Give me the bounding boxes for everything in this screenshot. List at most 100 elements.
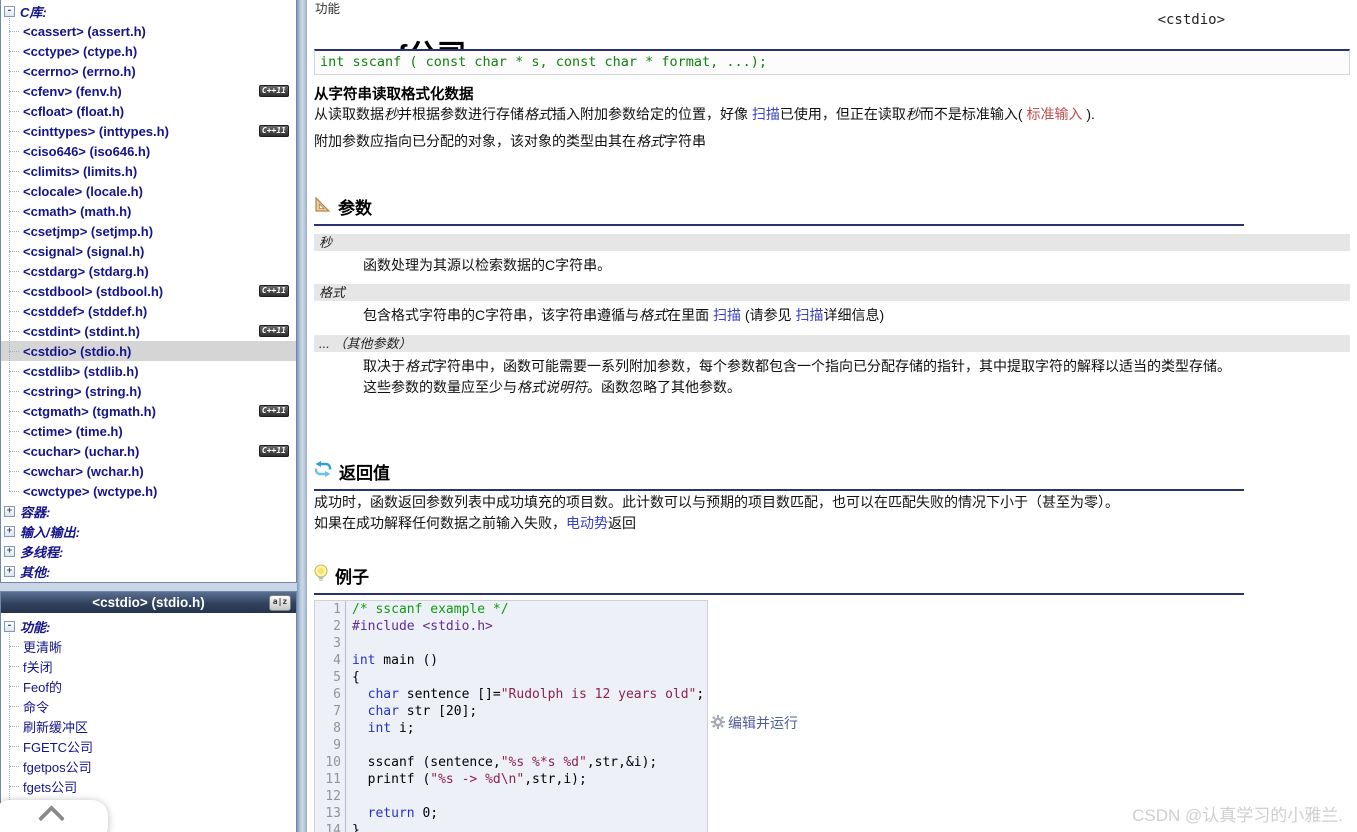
sidebar-header-item[interactable]: <cwchar> (wchar.h): [1, 461, 296, 481]
line-number: 1: [315, 601, 346, 618]
code-line: 8 int i;: [315, 720, 707, 737]
tree-group-collapsed[interactable]: + 输入/输出:: [1, 521, 296, 541]
collapse-box-icon[interactable]: -: [4, 5, 15, 17]
function-item[interactable]: fgets公司: [1, 776, 296, 796]
cstdio-panel: <cstdio> (stdio.h) a|z - 功能: 更清晰 f关闭 Feof的 命令…: [0, 591, 297, 832]
sidebar-header-item[interactable]: <cinttypes> (inttypes.h) C++11: [1, 121, 296, 141]
function-item[interactable]: Feof的: [1, 676, 296, 696]
text-segment: 而不是标准输入(: [919, 106, 1027, 122]
function-item[interactable]: fgetpos公司: [1, 756, 296, 776]
sidebar-header-item[interactable]: <cstring> (string.h): [1, 381, 296, 401]
tree-connector: [9, 430, 19, 432]
tree-group-collapsed[interactable]: + 其他:: [1, 561, 296, 581]
set-square-icon: [314, 196, 331, 218]
sidebar-header-item[interactable]: <cstdint> (stdint.h) C++11: [1, 321, 296, 341]
tree-connector: [9, 665, 19, 667]
tree-group-label: 输入/输出:: [20, 524, 80, 540]
tree-item-label: FGETC公司: [23, 739, 94, 755]
tree-connector: [9, 270, 19, 272]
text-segment: ;: [696, 687, 705, 702]
sidebar-header-item[interactable]: <cuchar> (uchar.h) C++11: [1, 441, 296, 461]
sidebar-header-item[interactable]: <cfenv> (fenv.h) C++11: [1, 81, 296, 101]
tree-item-label: <cstring> (string.h): [23, 383, 142, 399]
sidebar-header-item[interactable]: <cctype> (ctype.h): [1, 41, 296, 61]
sidebar-header-item[interactable]: <cstdbool> (stdbool.h) C++11: [1, 281, 296, 301]
code-example[interactable]: 1 /* sscanf example */ 2 #include <stdio.h>…: [314, 600, 708, 832]
text-segment: 附加参数应指向已分配的对象，该对象的类型由其在: [314, 133, 636, 149]
expand-box-icon[interactable]: +: [4, 565, 15, 577]
tree-item-label: <csignal> (signal.h): [23, 243, 145, 259]
edit-and-run-link[interactable]: 编辑并运行: [711, 713, 798, 733]
sidebar-header-item[interactable]: <cmath> (math.h): [1, 201, 296, 221]
tree-group-label: 功能:: [20, 619, 51, 635]
tree-connector: [9, 170, 19, 172]
code-line: 1 /* sscanf example */: [315, 601, 707, 618]
tree-group-collapsed[interactable]: + 多线程:: [1, 541, 296, 561]
sidebar-header-item[interactable]: <ciso646> (iso646.h): [1, 141, 296, 161]
function-item[interactable]: FGETC公司: [1, 736, 296, 756]
tree-group-collapsed[interactable]: + 容器:: [1, 501, 296, 521]
sidebar-header-item[interactable]: <clocale> (locale.h): [1, 181, 296, 201]
line-number: 14: [315, 822, 346, 832]
sidebar-header-item[interactable]: <ctime> (time.h): [1, 421, 296, 441]
section-heading-returns: 返回值: [314, 459, 1244, 491]
sidebar-header-item[interactable]: <ctgmath> (tgmath.h) C++11: [1, 401, 296, 421]
inline-link[interactable]: 电动势: [566, 515, 608, 531]
tree-connector: [9, 250, 19, 252]
tree-item-label: f关闭: [23, 659, 53, 675]
sidebar-header-item[interactable]: <cstdio> (stdio.h): [1, 341, 296, 361]
sidebar-header-item[interactable]: <cassert> (assert.h): [1, 21, 296, 41]
text-segment: 包含格式字符串的C字符串，该字符串遵循与: [363, 307, 640, 323]
tree-item-label: <cwctype> (wctype.h): [23, 483, 158, 499]
line-number: 4: [315, 652, 346, 669]
param-term: ... （其他参数）: [314, 335, 1350, 352]
page: - C库: <cassert> (assert.h) <cctype> (ctype.…: [0, 0, 1357, 832]
cpp11-badge: C++11: [258, 325, 289, 337]
text-segment: char: [367, 687, 399, 702]
scroll-top-button[interactable]: [0, 800, 108, 832]
tree-root-functions[interactable]: - 功能:: [1, 616, 296, 636]
intro-paragraph-2: 附加参数应指向已分配的对象，该对象的类型由其在格式字符串: [314, 131, 1341, 151]
inline-link[interactable]: 标准输入: [1026, 106, 1082, 122]
function-item[interactable]: 命令: [1, 696, 296, 716]
sidebar-header-item[interactable]: <cstdarg> (stdarg.h): [1, 261, 296, 281]
function-item[interactable]: f关闭: [1, 656, 296, 676]
panel-divider[interactable]: [297, 0, 307, 832]
expand-box-icon[interactable]: +: [4, 525, 15, 537]
sidebar-header-item[interactable]: <cerrno> (errno.h): [1, 61, 296, 81]
text-segment: int: [367, 721, 392, 736]
breadcrumb[interactable]: 功能: [315, 0, 340, 17]
function-item[interactable]: 刷新缓冲区: [1, 716, 296, 736]
section-title: 参数: [338, 199, 372, 218]
inline-link[interactable]: 扫描: [795, 307, 823, 323]
sidebar-header-item[interactable]: <climits> (limits.h): [1, 161, 296, 181]
inline-link[interactable]: 扫描: [752, 106, 780, 122]
sidebar-header-item[interactable]: <csignal> (signal.h): [1, 241, 296, 261]
inline-link[interactable]: 扫描: [713, 307, 741, 323]
header-reference-link[interactable]: <cstdio>: [1158, 12, 1225, 28]
tree-connector: [9, 725, 19, 727]
code-text: int i;: [346, 720, 415, 737]
code-text: char str [20];: [346, 703, 478, 720]
text-segment: 返回: [608, 515, 636, 531]
sidebar-header-item[interactable]: <cstddef> (stddef.h): [1, 301, 296, 321]
tree-item-label: <climits> (limits.h): [23, 163, 138, 179]
sidebar-header-item[interactable]: <cstdlib> (stdlib.h): [1, 361, 296, 381]
tree-root-c-library[interactable]: - C库:: [1, 1, 296, 21]
collapse-box-icon[interactable]: -: [4, 620, 15, 632]
tree-connector: [9, 190, 19, 192]
code-line: 5{: [315, 669, 707, 686]
sort-az-icon[interactable]: a|z: [269, 595, 291, 611]
gear-icon: [711, 714, 725, 732]
expand-box-icon[interactable]: +: [4, 505, 15, 517]
function-item[interactable]: 更清晰: [1, 636, 296, 656]
expand-box-icon[interactable]: +: [4, 545, 15, 557]
sidebar-header-item[interactable]: <csetjmp> (setjmp.h): [1, 221, 296, 241]
tree-connector: [9, 290, 19, 292]
text-segment: 函数处理为其源以检索数据的C字符串。: [363, 257, 612, 273]
sidebar-header-item[interactable]: <cwctype> (wctype.h): [1, 481, 296, 501]
sidebar-header-item[interactable]: <cfloat> (float.h): [1, 101, 296, 121]
line-number: 9: [315, 737, 346, 754]
text-segment: 详细信息): [823, 307, 885, 323]
tree-item-label: <cstdbool> (stdbool.h): [23, 283, 164, 299]
